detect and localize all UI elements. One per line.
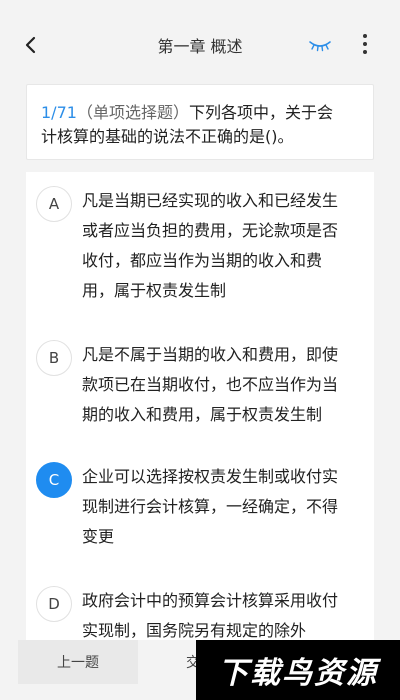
eye-closed-icon[interactable] bbox=[308, 38, 332, 52]
option-text-b: 凡是不属于当期的收入和费用，即使 款项已在当期收付，也不应当作为当 期的收入和费… bbox=[82, 345, 339, 424]
question-card: 1/71（单项选择题）下列各项中，关于会 计核算的基础的说法不正确的是()。 bbox=[26, 84, 374, 160]
option-letter-d[interactable]: D bbox=[36, 586, 72, 622]
question-type: （单项选择题） bbox=[76, 103, 189, 122]
question-number: 1/71 bbox=[41, 103, 77, 122]
watermark-text: 下载鸟资源 bbox=[218, 656, 378, 691]
option-text-a: 凡是当期已经实现的收入和已经发生 或者应当负担的费用，无论款项是否 收付，都应当… bbox=[82, 191, 339, 300]
option-text-d: 政府会计中的预算会计核算采用收付 实现制，国务院另有规定的除外 bbox=[82, 591, 339, 640]
option-letter-c[interactable]: C bbox=[36, 462, 72, 498]
question-stem-line1: 下列各项中，关于会 bbox=[188, 103, 333, 122]
option-letter-b[interactable]: B bbox=[36, 340, 72, 376]
previous-question-button[interactable]: 上一题 bbox=[18, 640, 138, 684]
page-title: 第一章 概述 bbox=[157, 37, 243, 56]
top-bar: 第一章 概述 bbox=[0, 0, 400, 78]
options-panel: A 凡是当期已经实现的收入和已经发生 或者应当负担的费用，无论款项是否 收付，都… bbox=[26, 172, 374, 640]
option-letter-a[interactable]: A bbox=[36, 186, 72, 222]
option-text-c: 企业可以选择按权责发生制或收付实 现制进行会计核算，一经确定，不得 变更 bbox=[82, 467, 339, 546]
question-stem-line2: 计核算的基础的说法不正确的是()。 bbox=[41, 127, 294, 146]
more-vertical-icon[interactable] bbox=[360, 34, 370, 54]
watermark-logo: 下载鸟资源 bbox=[196, 640, 400, 700]
